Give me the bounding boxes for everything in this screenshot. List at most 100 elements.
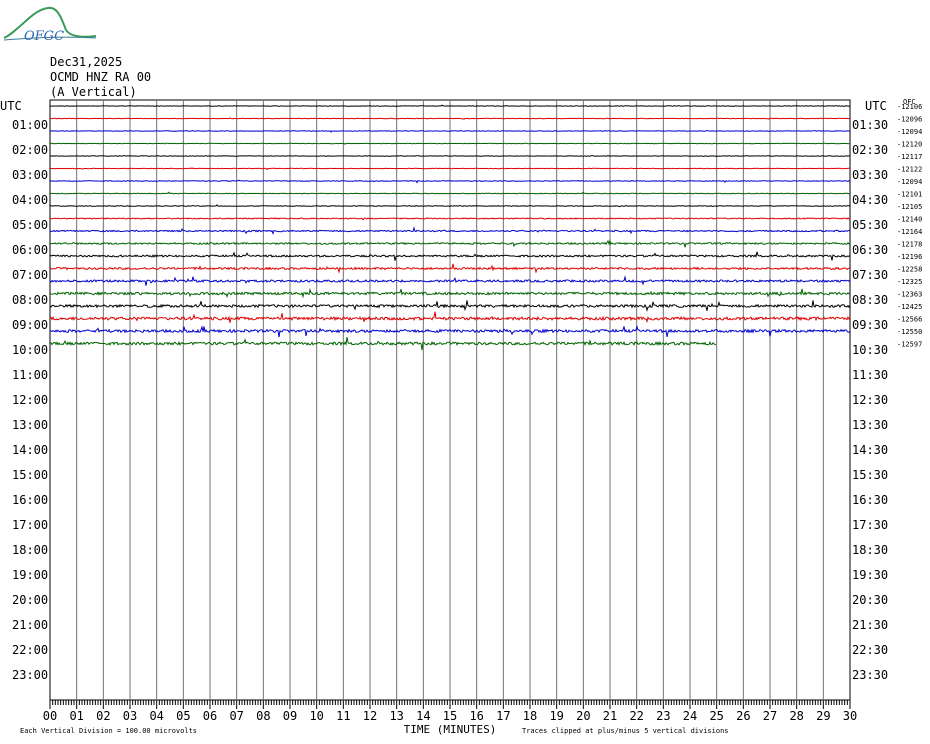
x-tick-label: 19 bbox=[549, 709, 563, 723]
x-axis-title: TIME (MINUTES) bbox=[404, 723, 497, 736]
left-hour-label: 03:00 bbox=[12, 168, 48, 182]
left-hour-label: 16:00 bbox=[12, 493, 48, 507]
left-hour-label: 05:00 bbox=[12, 218, 48, 232]
x-tick-label: 11 bbox=[336, 709, 350, 723]
left-hour-label: 12:00 bbox=[12, 393, 48, 407]
x-tick-label: 01 bbox=[69, 709, 83, 723]
vertical-division-note: Each Vertical Division = 100.00 microvol… bbox=[20, 727, 197, 735]
left-utc-label: UTC bbox=[0, 99, 22, 113]
right-hour-label: 16:30 bbox=[852, 493, 888, 507]
x-tick-label: 24 bbox=[683, 709, 697, 723]
seismic-trace bbox=[50, 155, 851, 157]
trace-offset-label: -12363 bbox=[897, 291, 922, 299]
right-hour-label: 22:30 bbox=[852, 643, 888, 657]
trace-offset-label: -12566 bbox=[897, 316, 922, 324]
left-hour-label: 22:00 bbox=[12, 643, 48, 657]
x-tick-label: 17 bbox=[496, 709, 510, 723]
trace-offset-label: -12550 bbox=[897, 328, 922, 336]
seismogram-chart: -12106-12096-12094-12120-12117-12122-120… bbox=[0, 98, 922, 736]
trace-offset-label: -12597 bbox=[897, 341, 922, 349]
left-hour-label: 23:00 bbox=[12, 668, 48, 682]
right-hour-label: 15:30 bbox=[852, 468, 888, 482]
trace-offset-label: -12122 bbox=[897, 166, 922, 174]
trace-offset-label: -12140 bbox=[897, 216, 922, 224]
x-tick-label: 04 bbox=[149, 709, 163, 723]
trace-offset-label: -12105 bbox=[897, 203, 922, 211]
trace-offset-label: -12164 bbox=[897, 228, 922, 236]
right-hour-label: 02:30 bbox=[852, 143, 888, 157]
left-hour-label: 18:00 bbox=[12, 543, 48, 557]
left-hour-label: 07:00 bbox=[12, 268, 48, 282]
right-hour-label: 03:30 bbox=[852, 168, 888, 182]
right-hour-label: 14:30 bbox=[852, 443, 888, 457]
right-hour-label: 18:30 bbox=[852, 543, 888, 557]
left-hour-label: 17:00 bbox=[12, 518, 48, 532]
x-tick-label: 22 bbox=[629, 709, 643, 723]
x-tick-label: 14 bbox=[416, 709, 430, 723]
right-hour-label: 07:30 bbox=[852, 268, 888, 282]
left-hour-label: 13:00 bbox=[12, 418, 48, 432]
trace-offset-label: -12094 bbox=[897, 178, 922, 186]
trace-offset-label: -12258 bbox=[897, 266, 922, 274]
left-hour-label: 10:00 bbox=[12, 343, 48, 357]
trace-offset-label: -12325 bbox=[897, 278, 922, 286]
x-tick-label: 28 bbox=[789, 709, 803, 723]
trace-offset-label: -12120 bbox=[897, 141, 922, 149]
right-hour-label: 20:30 bbox=[852, 593, 888, 607]
left-hour-label: 20:00 bbox=[12, 593, 48, 607]
x-tick-label: 29 bbox=[816, 709, 830, 723]
x-tick-label: 07 bbox=[229, 709, 243, 723]
trace-offset-label: -12101 bbox=[897, 191, 922, 199]
clipping-note: Traces clipped at plus/minus 5 vertical … bbox=[522, 727, 729, 735]
left-hour-label: 01:00 bbox=[12, 118, 48, 132]
right-hour-label: 04:30 bbox=[852, 193, 888, 207]
x-tick-label: 05 bbox=[176, 709, 190, 723]
x-tick-label: 10 bbox=[309, 709, 323, 723]
right-hour-label: 19:30 bbox=[852, 568, 888, 582]
x-tick-label: 09 bbox=[283, 709, 297, 723]
left-hour-label: 19:00 bbox=[12, 568, 48, 582]
seismic-trace bbox=[49, 142, 851, 145]
top-right-label: OFC bbox=[903, 98, 916, 106]
right-hour-label: 12:30 bbox=[852, 393, 888, 407]
x-tick-label: 12 bbox=[363, 709, 377, 723]
right-hour-label: 10:30 bbox=[852, 343, 888, 357]
x-tick-label: 03 bbox=[123, 709, 137, 723]
right-hour-label: 21:30 bbox=[852, 618, 888, 632]
trace-offset-label: -12178 bbox=[897, 241, 922, 249]
right-hour-label: 17:30 bbox=[852, 518, 888, 532]
seismic-trace bbox=[49, 337, 716, 351]
left-hour-label: 21:00 bbox=[12, 618, 48, 632]
x-tick-label: 18 bbox=[523, 709, 537, 723]
x-tick-label: 00 bbox=[43, 709, 57, 723]
left-hour-label: 06:00 bbox=[12, 243, 48, 257]
x-tick-label: 27 bbox=[763, 709, 777, 723]
x-tick-label: 25 bbox=[709, 709, 723, 723]
right-utc-label: UTC bbox=[865, 99, 887, 113]
x-tick-label: 13 bbox=[389, 709, 403, 723]
x-tick-label: 02 bbox=[96, 709, 110, 723]
x-tick-label: 06 bbox=[203, 709, 217, 723]
x-tick-label: 20 bbox=[576, 709, 590, 723]
right-hour-label: 23:30 bbox=[852, 668, 888, 682]
right-hour-label: 05:30 bbox=[852, 218, 888, 232]
left-hour-label: 02:00 bbox=[12, 143, 48, 157]
left-hour-label: 14:00 bbox=[12, 443, 48, 457]
right-hour-label: 08:30 bbox=[852, 293, 888, 307]
right-hour-label: 01:30 bbox=[852, 118, 888, 132]
x-tick-label: 26 bbox=[736, 709, 750, 723]
x-tick-label: 21 bbox=[603, 709, 617, 723]
left-hour-label: 08:00 bbox=[12, 293, 48, 307]
left-hour-label: 09:00 bbox=[12, 318, 48, 332]
x-tick-label: 15 bbox=[443, 709, 457, 723]
trace-offset-label: -12094 bbox=[897, 128, 922, 136]
trace-offset-label: -12096 bbox=[897, 116, 922, 124]
right-hour-label: 13:30 bbox=[852, 418, 888, 432]
left-hour-label: 11:00 bbox=[12, 368, 48, 382]
right-hour-label: 11:30 bbox=[852, 368, 888, 382]
left-hour-label: 15:00 bbox=[12, 468, 48, 482]
right-hour-label: 09:30 bbox=[852, 318, 888, 332]
x-tick-label: 16 bbox=[469, 709, 483, 723]
trace-offset-label: -12196 bbox=[897, 253, 922, 261]
right-hour-label: 06:30 bbox=[852, 243, 888, 257]
